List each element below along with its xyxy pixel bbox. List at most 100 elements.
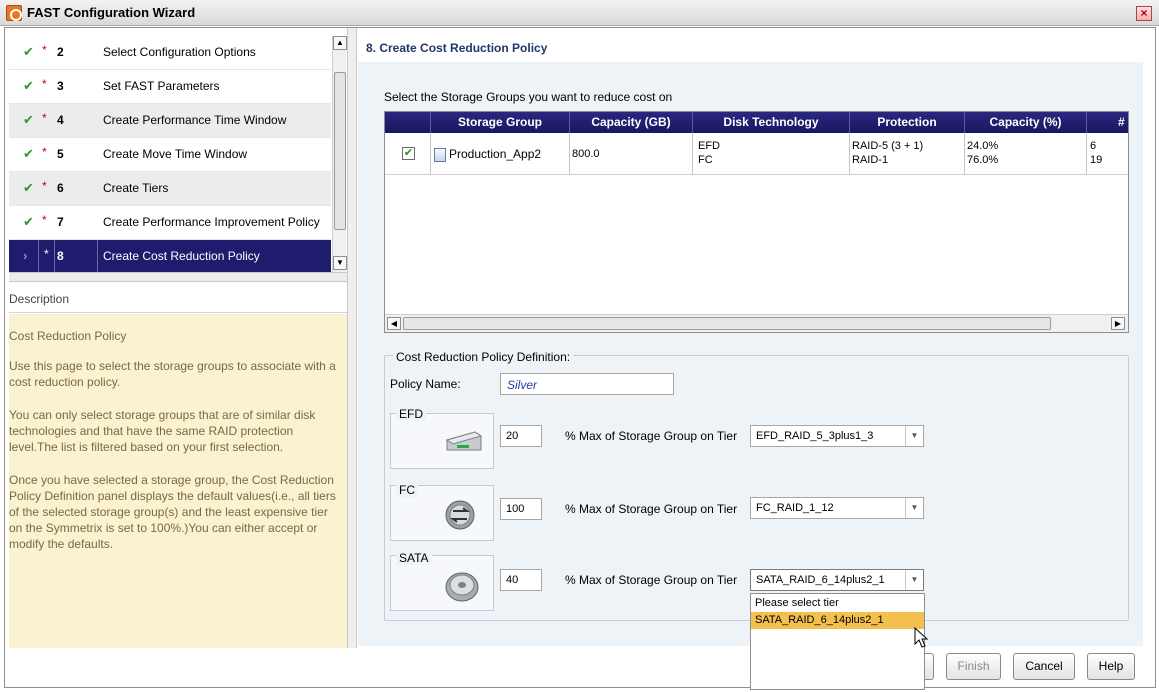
- tier-name-sata: SATA: [396, 551, 432, 565]
- cell-disk-technology-2: FC: [698, 154, 713, 166]
- scroll-right-icon[interactable]: ▶: [1111, 317, 1125, 330]
- dropdown-option-highlighted[interactable]: SATA_RAID_6_14plus2_1: [751, 612, 924, 629]
- scroll-thumb[interactable]: [334, 72, 346, 230]
- fc-percent-input[interactable]: 100: [500, 498, 542, 520]
- cancel-button[interactable]: Cancel: [1013, 653, 1075, 680]
- cell-storage-group: Production_App2: [449, 147, 542, 161]
- step-number: 4: [57, 113, 64, 127]
- steps-scrollbar[interactable]: ▲ ▼: [332, 36, 347, 272]
- check-icon: ✔: [23, 146, 34, 161]
- description-heading: Description: [9, 292, 70, 306]
- check-icon: ✔: [23, 214, 34, 229]
- column-header-capacity-pct[interactable]: Capacity (%): [965, 115, 1086, 129]
- chevron-down-icon[interactable]: ▼: [905, 570, 923, 590]
- divider: [38, 240, 39, 272]
- close-button[interactable]: ×: [1136, 6, 1152, 21]
- finish-button[interactable]: Finish: [946, 653, 1001, 680]
- step-item[interactable]: ✔ * 4 Create Performance Time Window: [9, 104, 331, 138]
- policy-name-label: Policy Name:: [390, 377, 461, 391]
- required-icon: *: [42, 43, 47, 57]
- sata-tier-dropdown-list: Please select tier SATA_RAID_6_14plus2_1: [750, 593, 925, 690]
- current-step-icon: ›: [23, 248, 28, 263]
- policy-name-input[interactable]: Silver: [500, 373, 674, 395]
- fc-percent-label: % Max of Storage Group on Tier: [565, 502, 738, 516]
- step-label: Create Cost Reduction Policy: [103, 249, 260, 263]
- step-item[interactable]: ✔ * 2 Select Configuration Options: [9, 36, 331, 70]
- check-icon: ✔: [23, 180, 34, 195]
- step-label: Set FAST Parameters: [103, 79, 220, 93]
- column-header-disk-technology[interactable]: Disk Technology: [693, 115, 849, 129]
- divider: [54, 240, 55, 272]
- step-number: 2: [57, 45, 64, 59]
- required-icon: *: [42, 145, 47, 159]
- required-icon: *: [42, 111, 47, 125]
- column-header-storage-group[interactable]: Storage Group: [431, 115, 569, 129]
- cell-count-1: 6: [1090, 140, 1097, 152]
- efd-tier-value: EFD_RAID_5_3plus1_3: [756, 430, 874, 442]
- sata-percent-input[interactable]: 40: [500, 569, 542, 591]
- cell-divider: [964, 133, 965, 175]
- row-checkbox[interactable]: ✔: [402, 147, 415, 160]
- cell-divider: [849, 133, 850, 175]
- table-horizontal-scrollbar[interactable]: ◀ ▶: [385, 314, 1128, 332]
- scroll-down-icon[interactable]: ▼: [333, 256, 347, 270]
- step-number: 5: [57, 147, 64, 161]
- sata-disk-icon: [445, 572, 479, 602]
- storage-group-table: Storage Group Capacity (GB) Disk Technol…: [384, 111, 1129, 333]
- step-item[interactable]: ✔ * 7 Create Performance Improvement Pol…: [9, 206, 331, 240]
- scroll-left-icon[interactable]: ◀: [387, 317, 401, 330]
- table-header: Storage Group Capacity (GB) Disk Technol…: [385, 112, 1128, 133]
- mouse-cursor-icon: [914, 627, 929, 648]
- required-icon: *: [42, 179, 47, 193]
- chevron-down-icon[interactable]: ▼: [905, 498, 923, 518]
- step-label: Create Performance Time Window: [103, 113, 287, 127]
- check-icon: ✔: [23, 78, 34, 93]
- description-paragraph: You can only select storage groups that …: [9, 408, 316, 454]
- check-icon: ✔: [23, 44, 34, 59]
- step-label: Create Move Time Window: [103, 147, 248, 161]
- chevron-down-icon[interactable]: ▼: [905, 426, 923, 446]
- tier-name-fc: FC: [396, 483, 418, 497]
- efd-tier-select[interactable]: EFD_RAID_5_3plus1_3 ▼: [750, 425, 924, 447]
- vertical-splitter[interactable]: [347, 28, 357, 648]
- step-item[interactable]: ✔ * 5 Create Move Time Window: [9, 138, 331, 172]
- tier-name-efd: EFD: [396, 407, 426, 421]
- table-row[interactable]: ✔ Production_App2 800.0 EFD FC RAID-5 (3…: [385, 133, 1128, 175]
- step-number: 7: [57, 215, 64, 229]
- step-label: Create Tiers: [103, 181, 169, 195]
- policy-definition-label: Cost Reduction Policy Definition:: [393, 350, 574, 364]
- step-item-current[interactable]: › * 8 Create Cost Reduction Policy: [9, 240, 331, 272]
- cell-divider: [692, 133, 693, 175]
- fc-tier-select[interactable]: FC_RAID_1_12 ▼: [750, 497, 924, 519]
- dropdown-option[interactable]: Please select tier: [751, 595, 924, 612]
- help-button[interactable]: Help: [1087, 653, 1135, 680]
- cell-divider: [1086, 133, 1087, 175]
- required-icon: *: [44, 247, 49, 261]
- window-title: FAST Configuration Wizard: [27, 5, 196, 20]
- description-header: Description: [9, 283, 347, 313]
- app-icon: [6, 5, 22, 21]
- column-header-capacity-gb[interactable]: Capacity (GB): [570, 115, 692, 129]
- step-item[interactable]: ✔ * 3 Set FAST Parameters: [9, 70, 331, 104]
- sata-tier-value: SATA_RAID_6_14plus2_1: [756, 574, 885, 586]
- horizontal-splitter[interactable]: [9, 272, 347, 282]
- storage-group-icon: [434, 148, 446, 162]
- step-label: Create Performance Improvement Policy: [103, 215, 320, 229]
- cell-divider: [569, 133, 570, 175]
- efd-percent-input[interactable]: 20: [500, 425, 542, 447]
- page-header: 8. Create Cost Reduction Policy: [358, 34, 1143, 62]
- cell-capacity-gb: 800.0: [572, 148, 600, 160]
- column-header-protection[interactable]: Protection: [850, 115, 964, 129]
- scroll-thumb[interactable]: [403, 317, 1051, 330]
- step-label: Select Configuration Options: [103, 45, 256, 59]
- fc-disk-icon: [445, 500, 475, 530]
- column-header-count[interactable]: #: [1118, 115, 1128, 129]
- scroll-up-icon[interactable]: ▲: [333, 36, 347, 50]
- sata-percent-label: % Max of Storage Group on Tier: [565, 573, 738, 587]
- description-paragraph: Use this page to select the storage grou…: [9, 359, 336, 389]
- step-item[interactable]: ✔ * 6 Create Tiers: [9, 172, 331, 206]
- cell-divider: [430, 133, 431, 175]
- cell-capacity-pct-1: 24.0%: [967, 140, 999, 152]
- sata-tier-select[interactable]: SATA_RAID_6_14plus2_1 ▼: [750, 569, 924, 591]
- cell-protection-1: RAID-5 (3 + 1): [852, 140, 924, 152]
